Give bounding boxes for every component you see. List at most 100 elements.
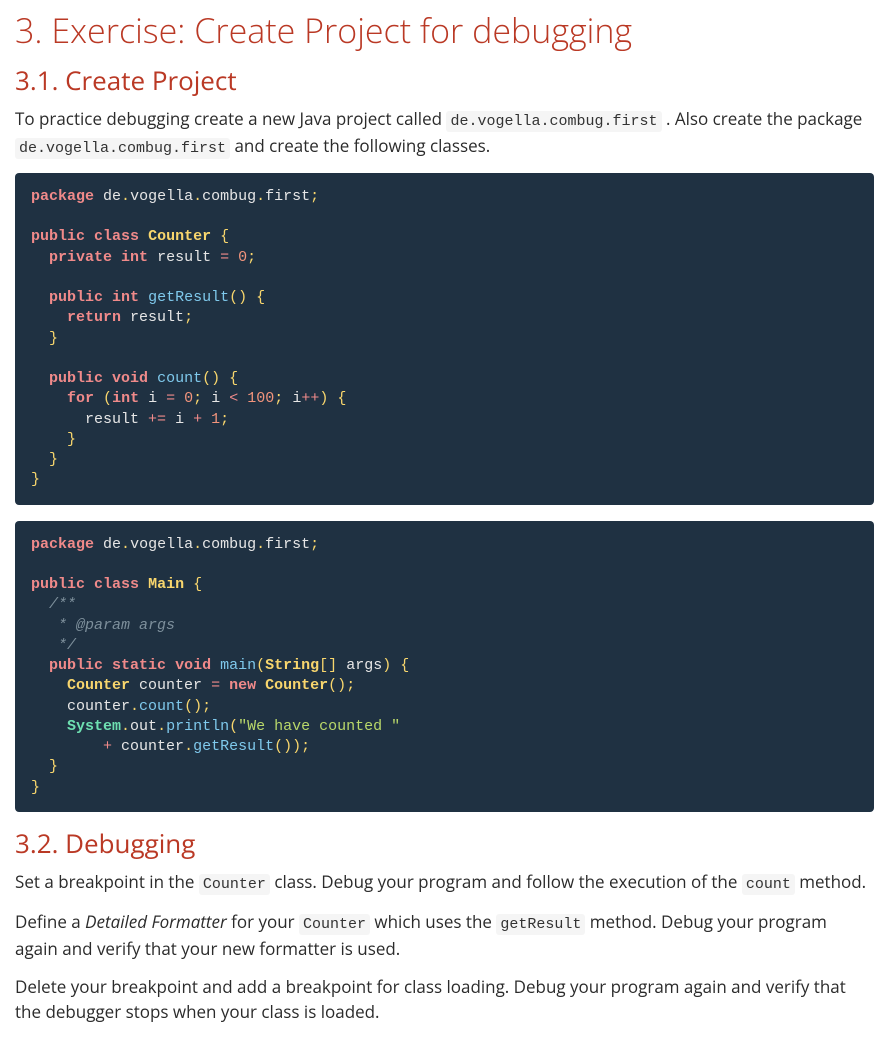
punct-rbrace: } — [49, 330, 58, 347]
fn-getresult: getResult — [193, 738, 274, 755]
punct-rparen: ) — [211, 370, 220, 387]
punct-dot: . — [184, 738, 193, 755]
inline-code-package-name: de.vogella.combug.first — [15, 138, 230, 159]
op-lt: < — [229, 390, 238, 407]
punct-rbrace: } — [49, 451, 58, 468]
punct-rparen: ) — [238, 289, 247, 306]
id-result: result — [157, 249, 211, 266]
punct-rparen: ) — [283, 738, 292, 755]
text: method. — [799, 870, 866, 893]
fn-println: println — [166, 718, 229, 735]
punct-semi: ; — [274, 390, 283, 407]
num-one: 1 — [211, 411, 220, 428]
punct-lbrace: { — [337, 390, 346, 407]
text: To practice debugging create a new Java … — [15, 107, 446, 130]
punct-rparen: ) — [319, 390, 328, 407]
type-counter: Counter — [148, 228, 211, 245]
punct-lparen: ( — [229, 718, 238, 735]
punct-rbrace: } — [31, 779, 40, 796]
kw-new: new — [229, 677, 256, 694]
text: Define a — [15, 910, 85, 933]
num-hundred: 100 — [247, 390, 274, 407]
punct-rbrace: } — [31, 471, 40, 488]
punct-semi: ; — [193, 390, 202, 407]
kw-for: for — [67, 390, 94, 407]
pkg-first: first — [265, 536, 310, 553]
punct-dot: . — [193, 536, 202, 553]
kw-private: private — [49, 249, 112, 266]
pkg-de: de — [103, 188, 121, 205]
id-i: i — [211, 390, 220, 407]
id-result: result — [130, 309, 184, 326]
type-string: String — [265, 657, 319, 674]
punct-lparen: ( — [256, 657, 265, 674]
punct-dot: . — [130, 698, 139, 715]
fn-count: count — [157, 370, 202, 387]
punct-semi: ; — [184, 309, 193, 326]
punct-dot: . — [256, 536, 265, 553]
pkg-vogella: vogella — [130, 188, 193, 205]
text: for your — [231, 910, 299, 933]
pkg-vogella: vogella — [130, 536, 193, 553]
punct-semi: ; — [346, 677, 355, 694]
text: . Also create the package — [666, 107, 862, 130]
punct-lparen: ( — [229, 289, 238, 306]
pkg-first: first — [265, 188, 310, 205]
punct-rparen: ) — [337, 677, 346, 694]
id-i: i — [148, 390, 157, 407]
id-out: out — [130, 718, 157, 735]
id-system: System — [67, 718, 121, 735]
kw-int: int — [112, 390, 139, 407]
punct-rparen: ) — [193, 698, 202, 715]
op-plus: + — [103, 738, 112, 755]
punct-rbracket: ] — [328, 657, 337, 674]
op-eq: = — [211, 677, 220, 694]
text: which uses the — [374, 910, 496, 933]
punct-lparen: ( — [202, 370, 211, 387]
code-block-counter: package de.vogella.combug.first; public … — [15, 173, 874, 505]
punct-dot: . — [256, 188, 265, 205]
punct-rbrace: } — [49, 758, 58, 775]
punct-rbrace: } — [67, 431, 76, 448]
pkg-combug: combug — [202, 536, 256, 553]
kw-public: public — [49, 370, 103, 387]
punct-lbrace: { — [256, 289, 265, 306]
op-eq: = — [166, 390, 175, 407]
kw-void: void — [175, 657, 211, 674]
pkg-combug: combug — [202, 188, 256, 205]
text: and create the following classes. — [234, 134, 490, 157]
kw-class: class — [94, 228, 139, 245]
punct-dot: . — [121, 188, 130, 205]
string-literal: "We have counted " — [238, 718, 400, 735]
punct-lbrace: { — [193, 576, 202, 593]
punct-lparen: ( — [184, 698, 193, 715]
kw-static: static — [112, 657, 166, 674]
type-main: Main — [148, 576, 184, 593]
paragraph-breakpoint: Set a breakpoint in the Counter class. D… — [15, 869, 874, 897]
num-zero: 0 — [238, 249, 247, 266]
inline-code-getresult: getResult — [496, 914, 585, 935]
punct-dot: . — [193, 188, 202, 205]
punct-lbrace: { — [400, 657, 409, 674]
paragraph-class-load-breakpoint: Delete your breakpoint and add a breakpo… — [15, 974, 874, 1025]
fn-getresult: getResult — [148, 289, 229, 306]
kw-int: int — [121, 249, 148, 266]
type-counter: Counter — [67, 677, 130, 694]
kw-public: public — [49, 657, 103, 674]
kw-public: public — [31, 576, 85, 593]
text: Set a breakpoint in the — [15, 870, 199, 893]
punct-dot: . — [121, 718, 130, 735]
fn-main: main — [220, 657, 256, 674]
inline-code-counter: Counter — [199, 874, 270, 895]
op-eq: = — [220, 249, 229, 266]
id-counter: counter — [67, 698, 130, 715]
comment: /** — [49, 596, 76, 613]
kw-package: package — [31, 536, 94, 553]
subsection-title-create-project: 3.1. Create Project — [15, 65, 874, 96]
kw-public: public — [49, 289, 103, 306]
comment: */ — [31, 637, 76, 654]
section-title: 3. Exercise: Create Project for debuggin… — [15, 10, 874, 51]
inline-code-counter: Counter — [299, 914, 370, 935]
punct-semi: ; — [247, 249, 256, 266]
pkg-de: de — [103, 536, 121, 553]
